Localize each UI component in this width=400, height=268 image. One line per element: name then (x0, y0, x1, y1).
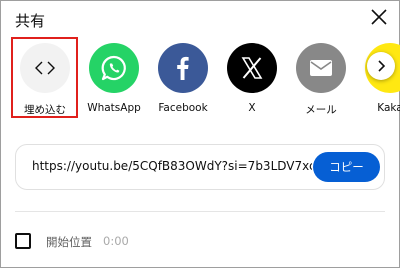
close-icon (371, 9, 387, 25)
dialog-title: 共有 (15, 12, 46, 30)
whatsapp-icon (89, 43, 139, 93)
scroll-right-button[interactable] (367, 52, 395, 80)
share-link-box: https://youtu.be/5CQfB83OWdY?si=7b3LDV7x… (15, 144, 385, 190)
start-at-time: 0:00 (103, 234, 129, 248)
divider (15, 211, 385, 212)
facebook-icon (158, 43, 208, 93)
embed-code-icon (20, 43, 70, 93)
start-at-checkbox[interactable] (15, 233, 31, 249)
share-kakaotalk-label: Kaka (377, 102, 400, 114)
copy-button[interactable]: コピー (313, 152, 380, 182)
chevron-right-icon (378, 60, 386, 72)
share-link-url[interactable]: https://youtu.be/5CQfB83OWdY?si=7b3LDV7x… (32, 159, 312, 173)
share-targets-row: 埋め込む WhatsApp Facebook X メール Kaka (0, 40, 400, 120)
close-button[interactable] (369, 7, 389, 27)
start-at-label: 開始位置 (46, 235, 92, 249)
mail-icon (296, 43, 346, 93)
x-icon (227, 43, 277, 93)
